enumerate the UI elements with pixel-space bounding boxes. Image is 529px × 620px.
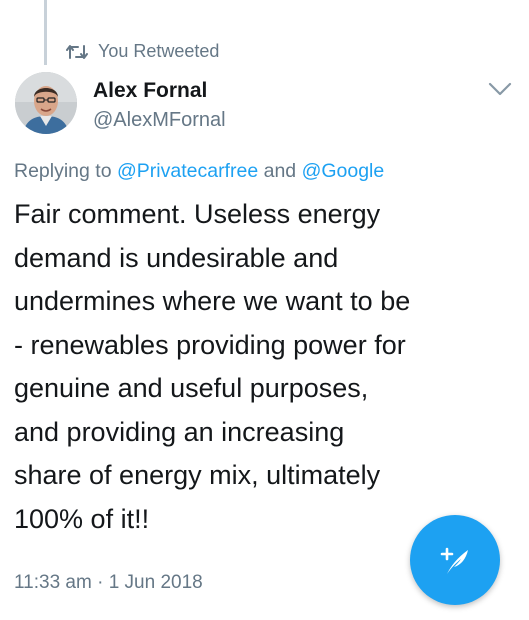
author-display-name[interactable]: Alex Fornal <box>93 79 226 103</box>
avatar[interactable] <box>15 72 77 134</box>
author-handle[interactable]: @AlexMFornal <box>93 108 226 132</box>
retweet-label: You Retweeted <box>98 41 220 61</box>
thread-connector-line <box>44 0 47 65</box>
compose-tweet-icon <box>440 547 468 574</box>
replying-to-conjunction: and <box>263 160 297 182</box>
tweet-detail-view: You Retweeted Alex Fornal @AlexMFornal R… <box>0 0 529 620</box>
profile-photo <box>15 72 77 134</box>
mention-link[interactable]: @Privatecarfree <box>117 160 258 182</box>
replying-to-prefix: Replying to <box>14 160 112 182</box>
retweet-icon <box>66 44 88 59</box>
chevron-down-icon[interactable] <box>488 81 512 97</box>
author-info[interactable]: Alex Fornal @AlexMFornal <box>93 79 226 132</box>
compose-tweet-button[interactable] <box>410 515 500 605</box>
retweet-context: You Retweeted <box>66 41 219 62</box>
replying-to: Replying to @Privatecarfree and @Google <box>14 160 384 183</box>
tweet-text: Fair comment. Useless energy demand is u… <box>14 199 411 534</box>
tweet-timestamp[interactable]: 11:33 am · 1 Jun 2018 <box>14 572 203 594</box>
mention-link[interactable]: @Google <box>302 160 385 182</box>
